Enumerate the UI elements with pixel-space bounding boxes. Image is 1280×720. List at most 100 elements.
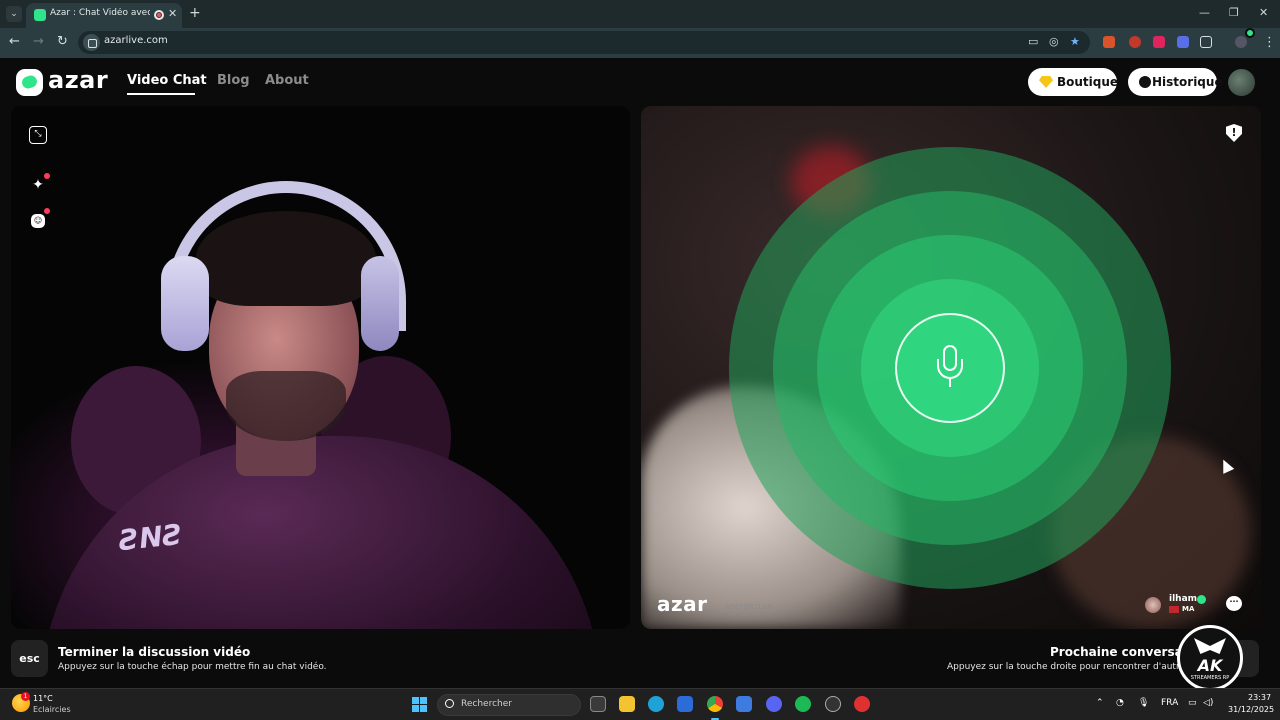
effects-sparkle-icon[interactable]: ✦ — [29, 176, 47, 194]
verified-badge-icon — [1197, 595, 1206, 604]
gem-icon — [1039, 76, 1053, 88]
extension-red-icon[interactable] — [1129, 36, 1141, 48]
windows-taskbar: 1 11°C Eclaircies Rechercher ⌃ ◔ 🎙 FRA ▭… — [0, 688, 1280, 720]
local-video-panel: ƧNƧ ⤡ ✦ ☺ — [11, 106, 630, 629]
chat-bubble-icon[interactable]: ··· — [1226, 596, 1242, 611]
windows-start-icon[interactable] — [412, 697, 427, 712]
store-icon[interactable] — [677, 696, 693, 712]
extension-fox-icon[interactable] — [1103, 36, 1115, 48]
address-bar[interactable]: azarlive.com ▭ ◎ ★ — [78, 31, 1090, 54]
spotify-icon[interactable] — [795, 696, 811, 712]
nav-blog[interactable]: Blog — [217, 73, 250, 88]
tab-close-button[interactable]: ✕ — [168, 7, 177, 20]
mail-icon[interactable] — [736, 696, 752, 712]
headphones-cup-left — [161, 256, 209, 351]
search-icon — [445, 699, 454, 708]
bookmark-star-icon[interactable]: ★ — [1070, 35, 1080, 48]
file-explorer-icon[interactable] — [619, 696, 635, 712]
forward-arrow-icon[interactable]: → — [33, 34, 44, 49]
volume-icon[interactable]: ◁) — [1203, 698, 1213, 708]
historique-button[interactable]: Historique — [1128, 68, 1223, 96]
site-header: azar Video Chat Blog About Boutique Hist… — [0, 58, 1280, 106]
peer-name[interactable]: ilham — [1169, 594, 1197, 604]
clock-date[interactable]: 31/12/2025 — [1228, 705, 1274, 714]
back-arrow-icon[interactable]: ← — [9, 34, 20, 49]
clock-icon — [1139, 76, 1151, 88]
face-filter-icon[interactable]: ☺ — [31, 214, 45, 228]
historique-label: Historique — [1152, 75, 1223, 89]
chrome-icon[interactable] — [707, 696, 723, 712]
steam-icon[interactable] — [825, 696, 841, 712]
browser-menu-icon[interactable]: ⋮ — [1263, 35, 1276, 50]
weather-temperature[interactable]: 11°C — [33, 694, 53, 703]
language-indicator[interactable]: FRA — [1161, 698, 1178, 708]
restore-button[interactable]: ❐ — [1229, 6, 1239, 19]
extension-pink-icon[interactable] — [1153, 36, 1165, 48]
azar-logo-icon[interactable] — [16, 69, 43, 96]
network-icon[interactable]: ▭ — [1188, 698, 1197, 708]
online-status-dot — [1245, 28, 1255, 38]
next-chat-description: Appuyez sur la touche droite pour rencon… — [947, 662, 1204, 672]
hoodie-print: ƧNƧ — [117, 517, 185, 558]
morocco-flag-icon — [1169, 606, 1179, 613]
mic-holder — [937, 359, 963, 379]
nav-video-chat[interactable]: Video Chat — [127, 73, 207, 88]
boutique-button[interactable]: Boutique — [1028, 68, 1119, 96]
watermark-subtitle: STREAMERS RP — [1190, 675, 1230, 681]
filter-notification-dot — [44, 208, 50, 214]
search-placeholder: Rechercher — [461, 699, 512, 709]
browser-toolbar: ← → ↻ azarlive.com ▭ ◎ ★ ⋮ — [0, 28, 1280, 58]
azar-logo-text[interactable]: azar — [48, 66, 108, 94]
page-scrollbar[interactable] — [1272, 58, 1280, 688]
task-view-icon[interactable] — [590, 696, 606, 712]
extension-shield-icon[interactable] — [1177, 36, 1189, 48]
profile-avatar-icon[interactable] — [1235, 36, 1247, 48]
address-url: azarlive.com — [104, 35, 168, 46]
tray-app-icon[interactable]: ◔ — [1116, 698, 1124, 708]
phoenix-icon — [1194, 638, 1226, 654]
peer-country: MA — [1182, 605, 1195, 613]
video-beard — [226, 371, 346, 441]
minimize-video-icon[interactable]: ⤡ — [29, 126, 47, 144]
end-chat-description: Appuyez sur la touche échap pour mettre … — [58, 662, 327, 672]
recording-indicator-icon — [154, 10, 164, 20]
close-window-button[interactable]: ✕ — [1259, 6, 1268, 19]
esc-key-button[interactable]: esc — [11, 640, 48, 677]
tracking-protection-icon[interactable]: ◎ — [1049, 35, 1059, 48]
nav-active-underline — [127, 93, 195, 95]
report-shield-icon[interactable]: ! — [1226, 124, 1242, 142]
user-avatar[interactable] — [1228, 69, 1255, 96]
remote-session-id: bb6FGN2Ld3 — [726, 603, 772, 611]
weather-description[interactable]: Eclaircies — [33, 705, 71, 714]
extensions-puzzle-icon[interactable] — [1200, 36, 1212, 48]
remote-video-panel: ! azar bb6FGN2Ld3 ilham MA ··· — [641, 106, 1261, 629]
discord-icon[interactable] — [766, 696, 782, 712]
reload-icon[interactable]: ↻ — [57, 34, 68, 49]
clock-time[interactable]: 23:37 — [1248, 693, 1271, 702]
browser-tab-azar[interactable]: Azar : Chat Vidéo avec de n ✕ — [26, 3, 182, 28]
edge-browser-icon[interactable] — [648, 696, 664, 712]
tab-title: Azar : Chat Vidéo avec de n — [50, 8, 150, 18]
mic-stem — [949, 379, 951, 387]
minimize-button[interactable]: — — [1199, 6, 1210, 19]
tab-search-button[interactable]: ⌄ — [6, 6, 22, 22]
effects-notification-dot — [44, 173, 50, 179]
azar-favicon-icon — [34, 9, 46, 21]
action-bar: esc Terminer la discussion vidéo Appuyez… — [0, 629, 1272, 688]
microphone-icon — [895, 313, 1005, 423]
remote-azar-watermark: azar — [657, 592, 708, 616]
new-tab-button[interactable]: + — [189, 5, 201, 21]
weather-alert-badge: 1 — [21, 692, 30, 701]
boutique-label: Boutique — [1057, 75, 1119, 89]
peer-avatar[interactable] — [1145, 597, 1161, 613]
browser-tab-strip: ⌄ Azar : Chat Vidéo avec de n ✕ + — ❐ ✕ — [0, 0, 1280, 28]
tray-overflow-icon[interactable]: ⌃ — [1096, 698, 1104, 708]
watermark-initials: AK — [1197, 656, 1223, 675]
nav-about[interactable]: About — [265, 73, 309, 88]
headphones-cup-right — [361, 256, 399, 351]
recorder-icon[interactable] — [854, 696, 870, 712]
cast-icon[interactable]: ▭ — [1028, 35, 1038, 48]
tray-microphone-icon[interactable]: 🎙 — [1138, 698, 1149, 708]
site-info-icon[interactable] — [83, 34, 100, 51]
taskbar-search-input[interactable]: Rechercher — [437, 694, 581, 716]
